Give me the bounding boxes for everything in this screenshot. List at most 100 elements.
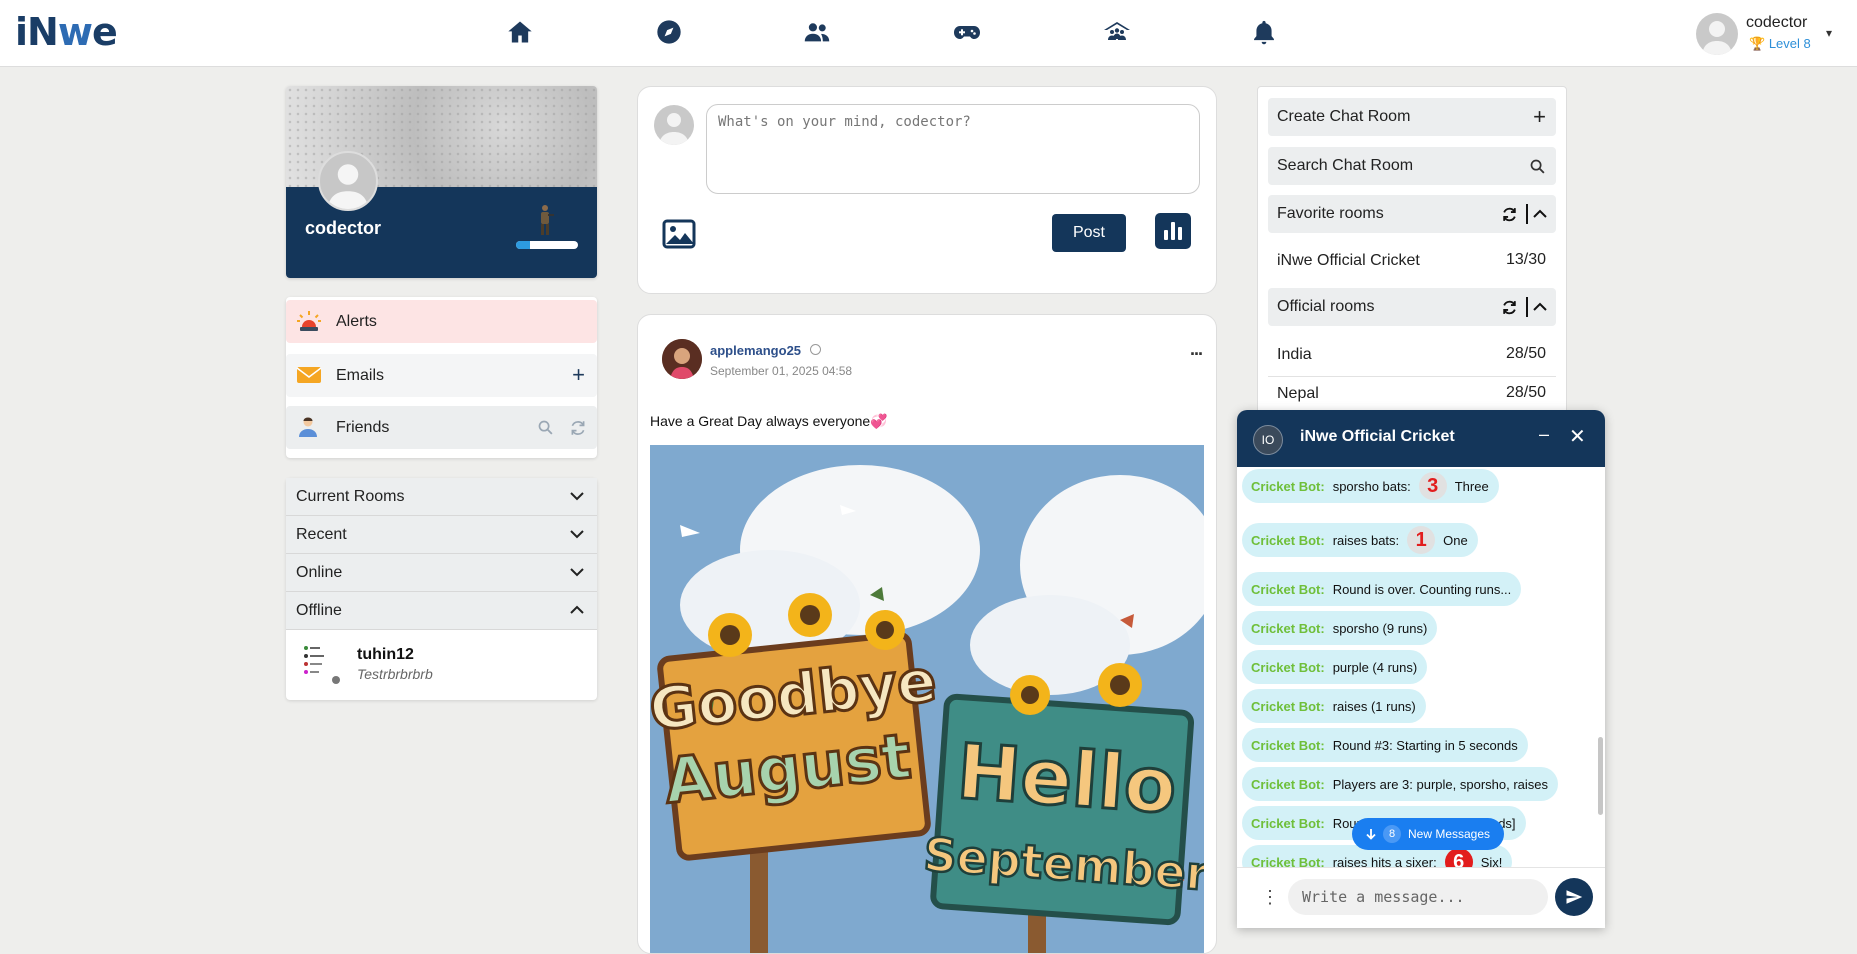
add-email-button[interactable]: +	[572, 364, 585, 386]
chat-message: Cricket Bot: raises bats: 1 One	[1242, 523, 1478, 557]
accordion-label: Recent	[296, 525, 347, 543]
avatar	[1696, 13, 1738, 55]
score-badge: 6	[1444, 848, 1473, 867]
room-count: 28/50	[1505, 345, 1546, 362]
post-text: Have a Great Day always everyone💞	[650, 413, 888, 429]
chat-scrollbar[interactable]	[1598, 737, 1603, 815]
chevron-up-icon[interactable]	[1532, 206, 1548, 222]
home-icon[interactable]	[504, 16, 536, 48]
inwe-logo[interactable]: iNwe	[15, 10, 118, 54]
room-item-nepal[interactable]: Nepal 28/50	[1268, 375, 1556, 413]
sidebar-item-label: Emails	[336, 366, 385, 384]
chevron-up-icon	[570, 605, 584, 614]
chat-header[interactable]: IO iNwe Official Cricket – ✕	[1237, 410, 1605, 467]
search-room-placeholder: Search Chat Room	[1277, 157, 1414, 174]
refresh-icon[interactable]	[1501, 206, 1518, 223]
bell-icon[interactable]	[1248, 16, 1280, 48]
chat-message: Cricket Bot: purple (4 runs)	[1242, 650, 1428, 684]
room-name: India	[1277, 346, 1312, 363]
score-badge: 3	[1418, 472, 1447, 500]
user-level-badge: 🏆 Level 8	[1749, 36, 1811, 51]
new-messages-button[interactable]: 8 New Messages	[1352, 818, 1505, 850]
sidebar-item-alerts[interactable]: Alerts	[286, 300, 597, 343]
room-count: 28/50	[1505, 384, 1546, 401]
post-button[interactable]: Post	[1052, 214, 1126, 252]
create-chat-room-button[interactable]: Create Chat Room +	[1268, 98, 1556, 136]
user-name: codector	[1746, 14, 1808, 31]
accordion-label: Current Rooms	[296, 487, 405, 505]
post-textarea[interactable]: What's on your mind, codector?	[706, 104, 1200, 194]
accordion-offline[interactable]: Offline	[286, 592, 597, 630]
list-item[interactable]: tuhin12 Testrbrbrbrb	[286, 630, 597, 700]
more-options-icon[interactable]: ...	[1190, 339, 1203, 360]
xp-progress-bar	[516, 241, 578, 249]
refresh-icon[interactable]	[1501, 299, 1518, 316]
official-rooms-header[interactable]: Official rooms	[1268, 288, 1556, 326]
chat-message: Cricket Bot: sporsho bats: 3 Three	[1242, 469, 1499, 503]
friend-user-icon	[299, 417, 317, 437]
room-item-india[interactable]: India 28/50	[1268, 336, 1556, 374]
favorite-rooms-label: Favorite rooms	[1277, 205, 1384, 222]
profile-avatar[interactable]	[318, 151, 378, 211]
soldier-avatar-icon	[541, 205, 554, 235]
post-author-name[interactable]: applemango25	[710, 343, 801, 358]
new-messages-label: New Messages	[1408, 827, 1491, 841]
accordion-label: Offline	[296, 601, 342, 619]
xp-progress-fill	[516, 241, 530, 249]
room-badge: IO	[1253, 425, 1283, 455]
accordion-recent[interactable]: Recent	[286, 516, 597, 554]
create-room-label: Create Chat Room	[1277, 108, 1411, 125]
chevron-down-icon	[570, 530, 584, 539]
sidebar-item-friends[interactable]: Friends	[286, 406, 597, 449]
top-navbar: iNwe codector 🏆 Level 8 ▾	[0, 0, 1857, 67]
avatar	[654, 105, 694, 145]
sidebar-item-label: Friends	[336, 418, 390, 436]
gamepad-icon[interactable]	[951, 16, 983, 48]
search-icon[interactable]	[537, 419, 554, 436]
chat-message: Cricket Bot: Round is over. Counting runs…	[1242, 572, 1522, 606]
chevron-up-icon[interactable]	[1532, 299, 1548, 315]
poll-chart-icon[interactable]	[1155, 213, 1191, 249]
room-count: 13/30	[1505, 251, 1546, 268]
room-item-cricket[interactable]: iNwe Official Cricket 13/30	[1268, 242, 1556, 280]
arrow-down-icon	[1366, 829, 1376, 840]
accordion-current-rooms[interactable]: Current Rooms	[286, 478, 597, 516]
envelope-icon	[296, 367, 322, 383]
chevron-down-icon[interactable]: ▾	[1826, 26, 1832, 40]
send-icon	[1566, 890, 1583, 904]
chat-title: iNwe Official Cricket	[1300, 428, 1455, 445]
refresh-icon[interactable]	[569, 419, 587, 437]
compass-icon[interactable]	[653, 16, 685, 48]
profile-card: codector	[286, 86, 597, 278]
feed-post: applemango25 September 01, 2025 04:58 ..…	[637, 314, 1217, 954]
chat-options-icon[interactable]: ⋮	[1261, 887, 1279, 908]
minimize-icon[interactable]: –	[1539, 424, 1549, 445]
users-icon[interactable]	[801, 16, 833, 48]
close-icon[interactable]: ✕	[1569, 424, 1586, 449]
chat-message: Cricket Bot: sporsho (9 runs)	[1242, 611, 1438, 645]
accordion-online[interactable]: Online	[286, 554, 597, 592]
chevron-down-icon	[570, 492, 584, 501]
community-icon[interactable]	[1101, 16, 1133, 48]
post-image[interactable]: Goodbye August Hello September	[650, 445, 1204, 953]
send-button[interactable]	[1555, 878, 1593, 916]
favorite-rooms-header[interactable]: Favorite rooms	[1268, 195, 1556, 233]
room-name: Nepal	[1277, 385, 1319, 402]
post-composer: What's on your mind, codector? Post	[637, 86, 1217, 294]
post-timestamp: September 01, 2025 04:58	[710, 364, 853, 378]
image-upload-icon[interactable]	[662, 219, 696, 249]
offline-user-status: Testrbrbrbrb	[357, 666, 433, 682]
sidebar-item-emails[interactable]: Emails +	[286, 354, 597, 397]
search-chat-room-input[interactable]: Search Chat Room	[1268, 147, 1556, 185]
chat-composer: ⋮ Write a message...	[1237, 867, 1605, 928]
profile-name[interactable]: codector	[305, 218, 381, 239]
post-author-avatar[interactable]	[662, 339, 702, 379]
chat-message-input[interactable]: Write a message...	[1288, 879, 1548, 915]
chat-rooms-panel: Create Chat Room + Search Chat Room Favo…	[1257, 86, 1567, 416]
sign-right-line1: Hello	[954, 727, 1179, 831]
accordion-label: Online	[296, 563, 343, 581]
plus-icon: +	[1533, 104, 1546, 129]
sidebar-item-label: Alerts	[336, 312, 377, 330]
official-rooms-label: Official rooms	[1277, 298, 1375, 315]
user-menu[interactable]: codector 🏆 Level 8 ▾	[1696, 12, 1846, 56]
